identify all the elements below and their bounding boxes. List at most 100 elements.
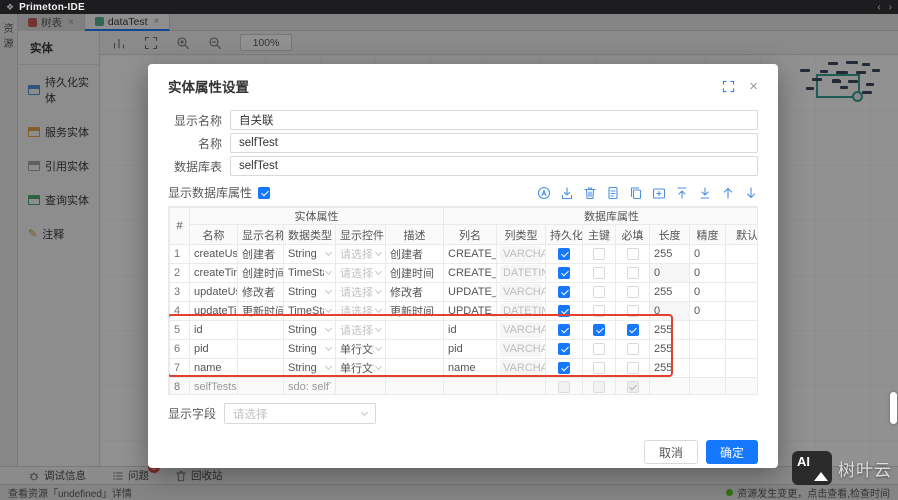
widget-cell[interactable]: 请选择 xyxy=(335,320,386,340)
required-unchecked-checkbox[interactable] xyxy=(626,304,639,317)
column-name-cell[interactable]: CREATE_USER xyxy=(443,244,498,264)
nav-back-icon[interactable]: ‹ xyxy=(877,2,880,13)
persist-checked-checkbox[interactable] xyxy=(558,323,571,336)
length-cell[interactable]: 255 xyxy=(649,244,691,264)
add-folder-icon[interactable] xyxy=(652,186,666,200)
column-name-cell[interactable]: UPDATE_TIME xyxy=(443,301,498,321)
primary-key-unchecked-checkbox[interactable] xyxy=(593,304,606,317)
precision-cell[interactable] xyxy=(689,377,727,394)
display-name-cell[interactable] xyxy=(237,358,284,378)
default-value-cell[interactable] xyxy=(725,301,757,321)
name-cell[interactable]: pid xyxy=(189,339,238,359)
persist-checked-checkbox[interactable] xyxy=(558,342,571,355)
data-type-cell[interactable]: TimeStamp xyxy=(283,301,336,321)
cancel-button[interactable]: 取消 xyxy=(643,440,698,464)
widget-cell[interactable]: 单行文本 xyxy=(335,358,386,378)
data-type-cell[interactable]: TimeStamp xyxy=(283,263,336,283)
widget-cell[interactable]: 请选择 xyxy=(335,301,386,321)
column-name-cell[interactable] xyxy=(443,377,498,394)
column-name-cell[interactable]: id xyxy=(443,320,498,340)
widget-cell[interactable]: 请选择 xyxy=(335,244,386,264)
precision-cell[interactable]: 0 xyxy=(689,282,727,302)
description-cell[interactable]: 更新时间 xyxy=(384,301,445,321)
display-name-cell[interactable]: 更新时间 xyxy=(237,301,284,321)
move-up-icon[interactable] xyxy=(721,186,735,200)
persist-checked-checkbox[interactable] xyxy=(558,266,571,279)
column-name-cell[interactable]: CREATE_TIME xyxy=(443,263,498,283)
widget-cell[interactable]: 请选择 xyxy=(335,263,386,283)
display-name-input[interactable] xyxy=(230,110,758,130)
column-name-cell[interactable]: name xyxy=(443,358,498,378)
primary-key-unchecked-checkbox[interactable] xyxy=(593,247,606,260)
required-unchecked-checkbox[interactable] xyxy=(626,285,639,298)
default-value-cell[interactable] xyxy=(725,244,757,264)
length-cell[interactable]: 255 xyxy=(649,358,691,378)
move-top-icon[interactable] xyxy=(675,186,689,200)
required-unchecked-checkbox[interactable] xyxy=(626,342,639,355)
name-cell[interactable]: createTime xyxy=(189,263,238,283)
name-cell[interactable]: updateTime xyxy=(189,301,238,321)
import-icon[interactable] xyxy=(560,186,574,200)
persist-checked-checkbox[interactable] xyxy=(558,247,571,260)
display-name-cell[interactable]: 修改者 xyxy=(237,282,284,302)
description-cell[interactable] xyxy=(384,339,445,359)
primary-key-checked-checkbox[interactable] xyxy=(593,323,606,336)
persist-checked-checkbox[interactable] xyxy=(558,285,571,298)
primary-key-unchecked-checkbox[interactable] xyxy=(593,285,606,298)
name-input[interactable] xyxy=(230,133,758,153)
display-name-cell[interactable]: 创建者 xyxy=(237,244,284,264)
default-value-cell[interactable] xyxy=(725,358,757,378)
display-name-cell[interactable] xyxy=(237,377,284,394)
default-value-cell[interactable] xyxy=(725,339,757,359)
delete-icon[interactable] xyxy=(583,186,597,200)
description-cell[interactable]: 修改者 xyxy=(384,282,445,302)
close-icon[interactable]: × xyxy=(749,79,758,94)
display-name-cell[interactable] xyxy=(237,339,284,359)
display-name-cell[interactable] xyxy=(237,320,284,340)
name-cell[interactable]: createUser xyxy=(189,244,238,264)
default-value-cell[interactable] xyxy=(725,320,757,340)
precision-cell[interactable] xyxy=(689,320,727,340)
required-unchecked-checkbox[interactable] xyxy=(626,247,639,260)
default-value-cell[interactable] xyxy=(725,282,757,302)
widget-cell[interactable]: 请选择 xyxy=(335,282,386,302)
nav-forward-icon[interactable]: › xyxy=(889,2,892,13)
required-checked-checkbox[interactable] xyxy=(626,323,639,336)
precision-cell[interactable]: 0 xyxy=(689,263,727,283)
display-field-select[interactable]: 请选择 xyxy=(224,403,377,424)
move-bottom-icon[interactable] xyxy=(698,186,712,200)
scrollbar-thumb[interactable] xyxy=(890,392,897,424)
name-cell[interactable]: updateUser xyxy=(189,282,238,302)
detail-icon[interactable] xyxy=(606,186,620,200)
data-type-cell[interactable]: String xyxy=(283,244,336,264)
column-name-cell[interactable]: UPDATE_USER xyxy=(443,282,498,302)
required-unchecked-checkbox[interactable] xyxy=(626,361,639,374)
length-cell[interactable]: 255 xyxy=(649,320,691,340)
data-type-cell[interactable]: String xyxy=(283,339,336,359)
show-db-props-checkbox[interactable] xyxy=(258,186,271,199)
default-value-cell[interactable] xyxy=(725,263,757,283)
persist-checked-checkbox[interactable] xyxy=(558,304,571,317)
column-name-cell[interactable]: pid xyxy=(443,339,498,359)
name-cell[interactable]: name xyxy=(189,358,238,378)
precision-cell[interactable]: 0 xyxy=(689,301,727,321)
description-cell[interactable] xyxy=(384,358,445,378)
copy-icon[interactable] xyxy=(629,186,643,200)
persist-checked-checkbox[interactable] xyxy=(558,361,571,374)
primary-key-unchecked-checkbox[interactable] xyxy=(593,342,606,355)
confirm-button[interactable]: 确定 xyxy=(705,440,758,464)
length-cell[interactable] xyxy=(649,377,691,394)
precision-cell[interactable]: 0 xyxy=(689,244,727,264)
db-table-input[interactable] xyxy=(230,156,758,176)
fullscreen-icon[interactable] xyxy=(722,80,735,93)
description-cell[interactable] xyxy=(384,320,445,340)
data-type-cell[interactable]: sdo: selfTest xyxy=(283,377,336,394)
precision-cell[interactable] xyxy=(689,358,727,378)
required-unchecked-checkbox[interactable] xyxy=(626,266,639,279)
move-down-icon[interactable] xyxy=(744,186,758,200)
name-cell[interactable]: selfTests xyxy=(189,377,238,394)
precision-cell[interactable] xyxy=(689,339,727,359)
length-cell[interactable]: 255 xyxy=(649,282,691,302)
name-cell[interactable]: id xyxy=(189,320,238,340)
primary-key-unchecked-checkbox[interactable] xyxy=(593,266,606,279)
